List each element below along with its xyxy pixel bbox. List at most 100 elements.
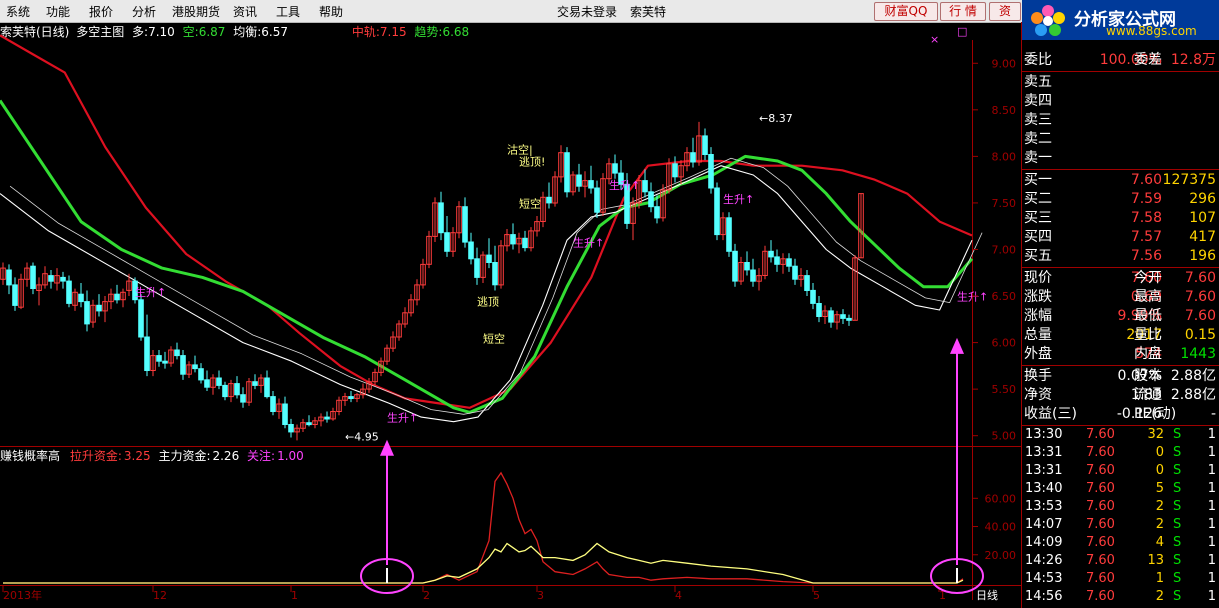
chart-annotation: 生升↑ [957,290,988,304]
tick-time: 13:53 [1025,499,1063,514]
tick-time: 14:07 [1025,517,1063,532]
candle-body [306,422,312,426]
tick-list[interactable]: 13:30 7.60 32 S 1 13:31 7.60 0 S 1 13:31 7.60 0 S 1 … [1022,426,1219,608]
tick-row: 13:30 7.60 32 S 1 [1022,426,1219,444]
quote-label: 外盘 [1024,346,1052,362]
quote-value: 7.60 [1184,308,1216,324]
tick-count: 1 [1207,463,1216,478]
candle-body [702,135,708,155]
buy-label: 买四 [1024,229,1052,245]
fund-value: 2.88亿 [1170,368,1216,384]
tick-row: 13:31 7.60 0 S 1 [1022,444,1219,462]
buy-volume: 296 [1189,191,1216,207]
buy-label: 买一 [1024,172,1052,188]
candle-body [324,416,330,420]
price-tick-label: 7.00 [992,243,1017,256]
fund-row: 收益(三) -0.126 PE(动) - [1022,405,1219,424]
sub-tick-label: 40.00 [985,521,1017,534]
tick-volume: 2 [1155,517,1164,532]
fund-label: 股本 [1134,368,1162,384]
candle-body [612,163,618,174]
site-logo: 分析家公式网 www.88gs.com [1022,0,1219,40]
weibi-row: 委比 100.00% 委差 12.8万 [1022,51,1219,70]
tick-row: 13:31 7.60 0 S 1 [1022,462,1219,480]
price-tick-label: 6.00 [992,337,1017,350]
price-tick-label: 6.50 [992,290,1017,303]
buy-label: 买五 [1024,248,1052,264]
weicha-label: 委差 [1134,52,1162,68]
tick-time: 13:31 [1025,445,1063,460]
candle-body [264,377,270,398]
candle-body [846,317,852,321]
candle-body [96,304,102,312]
candle-body [444,232,450,252]
sell-row: 卖二 [1022,130,1219,149]
chart-annotation: 生升↑ [609,178,640,192]
candle-body [48,275,54,282]
flower-logo-icon [1031,5,1065,36]
candle-body [66,280,72,304]
candle-body [546,196,552,204]
chart-annotation: ←4.95 [345,430,379,443]
sub-series-line [3,542,964,584]
candle-body [12,284,18,306]
time-tick-label: 5 [813,589,820,602]
tick-price: 7.60 [1086,535,1115,550]
chart-annotation: 短空 [483,332,505,346]
candle-body [672,163,678,178]
quote-label: 最低 [1134,308,1162,324]
candle-body [732,250,738,282]
candle-body [216,377,222,386]
candle-body [750,269,756,282]
tick-price: 7.60 [1086,499,1115,514]
time-tick-label: 4 [675,589,682,602]
tick-volume: 2 [1155,499,1164,514]
kline-chart[interactable]: 生升↑生升↑生升↑生升↑生升↑生升↑沽空|逃顶!短空逃顶短空←4.95←8.37… [0,0,1022,608]
tick-volume: 2 [1155,589,1164,604]
candle-body [594,187,600,213]
tick-count: 1 [1207,535,1216,550]
fund-value: 2.88亿 [1170,387,1216,403]
sell-row: 卖五 [1022,73,1219,92]
candle-body [828,310,834,323]
sub-series-line [3,471,964,584]
buy-volume: 107 [1189,210,1216,226]
tick-time: 13:40 [1025,481,1063,496]
tick-time: 13:31 [1025,463,1063,478]
buy-label: 买三 [1024,210,1052,226]
tick-count: 1 [1207,571,1216,586]
candle-body [240,394,246,403]
candle-body [744,262,750,271]
tick-side: S [1173,589,1182,604]
chart-annotation: 逃顶 [477,295,499,308]
tick-time: 13:30 [1025,427,1063,442]
price-tick-label: 8.00 [992,150,1017,163]
candle-body [768,250,774,258]
weicha-value: 12.8万 [1170,52,1216,68]
candle-body [510,234,516,245]
tick-side: S [1173,553,1182,568]
tick-side: S [1173,445,1182,460]
tick-price: 7.60 [1086,427,1115,442]
price-tick-label: 5.00 [992,430,1017,443]
tick-volume: 0 [1155,445,1164,460]
quote-label: 今开 [1134,270,1162,286]
quote-value: 7.60 [1184,270,1216,286]
buy-volume: 196 [1189,248,1216,264]
candle-body [474,258,480,278]
tick-row: 14:26 7.60 13 S 1 [1022,552,1219,570]
price-tick-label: 7.50 [992,197,1017,210]
candle-body [222,384,228,398]
fund-label: PE(动) [1134,406,1177,422]
candle-body [60,276,66,282]
candle-body [6,269,12,286]
sell-row: 卖一 [1022,149,1219,168]
chart-annotation: 短空 [519,197,541,211]
chart-annotation: ←8.37 [759,112,793,125]
chart-annotation: 生升↑ [387,411,418,425]
chart-annotation: 生升↑ [135,285,166,299]
tick-price: 7.60 [1086,481,1115,496]
sub-tick-label: 20.00 [985,549,1017,562]
time-tick-label: 日线 [976,588,998,602]
tick-side: S [1173,463,1182,478]
